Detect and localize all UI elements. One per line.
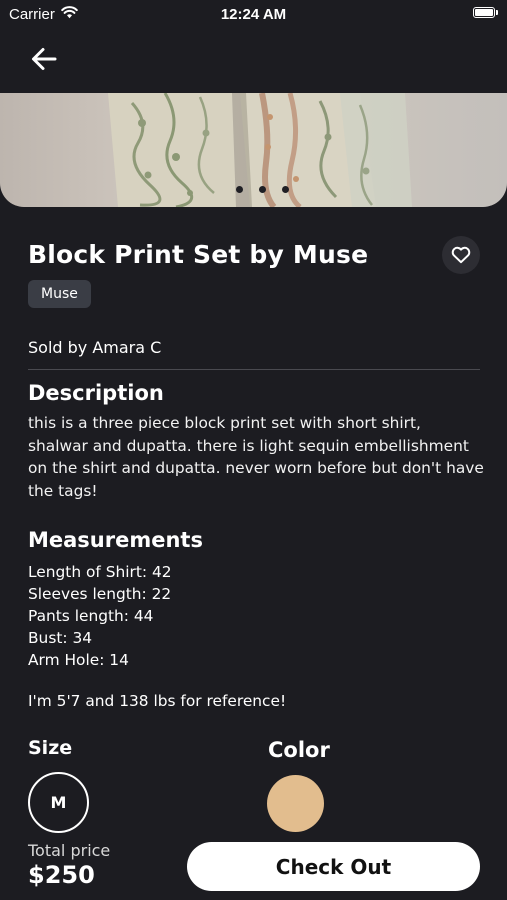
measurement-item: Pants length: 44: [28, 607, 154, 625]
pager-dot[interactable]: [235, 186, 243, 193]
pager-dot[interactable]: [281, 186, 289, 193]
checkout-button[interactable]: Check Out: [187, 842, 480, 891]
size-label: Size: [28, 737, 73, 759]
status-time: 12:24 AM: [220, 6, 287, 23]
brand-tag[interactable]: Muse: [28, 280, 91, 308]
color-label: Color: [268, 738, 330, 762]
total-price-label: Total price: [28, 841, 111, 860]
arrow-left-icon: [32, 48, 57, 70]
seller-text[interactable]: Sold by Amara C: [28, 338, 161, 357]
total-price-value: $250: [28, 861, 95, 889]
measurements-list: Length of Shirt: 42 Sleeves length: 22 P…: [28, 561, 172, 671]
pager-dot[interactable]: [258, 186, 266, 193]
carousel-pager[interactable]: [0, 186, 507, 193]
measurement-item: Bust: 34: [28, 629, 93, 647]
product-detail-screen: Carrier 12:24 AM Block Print Set by Muse…: [0, 0, 507, 900]
size-option[interactable]: M: [28, 772, 89, 833]
product-title: Block Print Set by Muse: [28, 240, 369, 269]
description-text: this is a three piece block print set wi…: [28, 414, 484, 500]
favorite-button[interactable]: [442, 236, 480, 274]
measurement-item: Sleeves length: 22: [28, 585, 172, 603]
measurement-item: Arm Hole: 14: [28, 651, 129, 669]
reference-note: I'm 5'7 and 138 lbs for reference!: [28, 692, 287, 710]
description-heading: Description: [28, 381, 164, 405]
back-button[interactable]: [28, 44, 60, 74]
measurement-item: Length of Shirt: 42: [28, 563, 172, 581]
status-bar: Carrier 12:24 AM: [0, 0, 507, 30]
heart-icon: [451, 246, 471, 264]
measurements-heading: Measurements: [28, 528, 203, 552]
divider: [28, 369, 480, 370]
battery-icon: [473, 7, 498, 18]
color-swatch[interactable]: [267, 775, 324, 832]
